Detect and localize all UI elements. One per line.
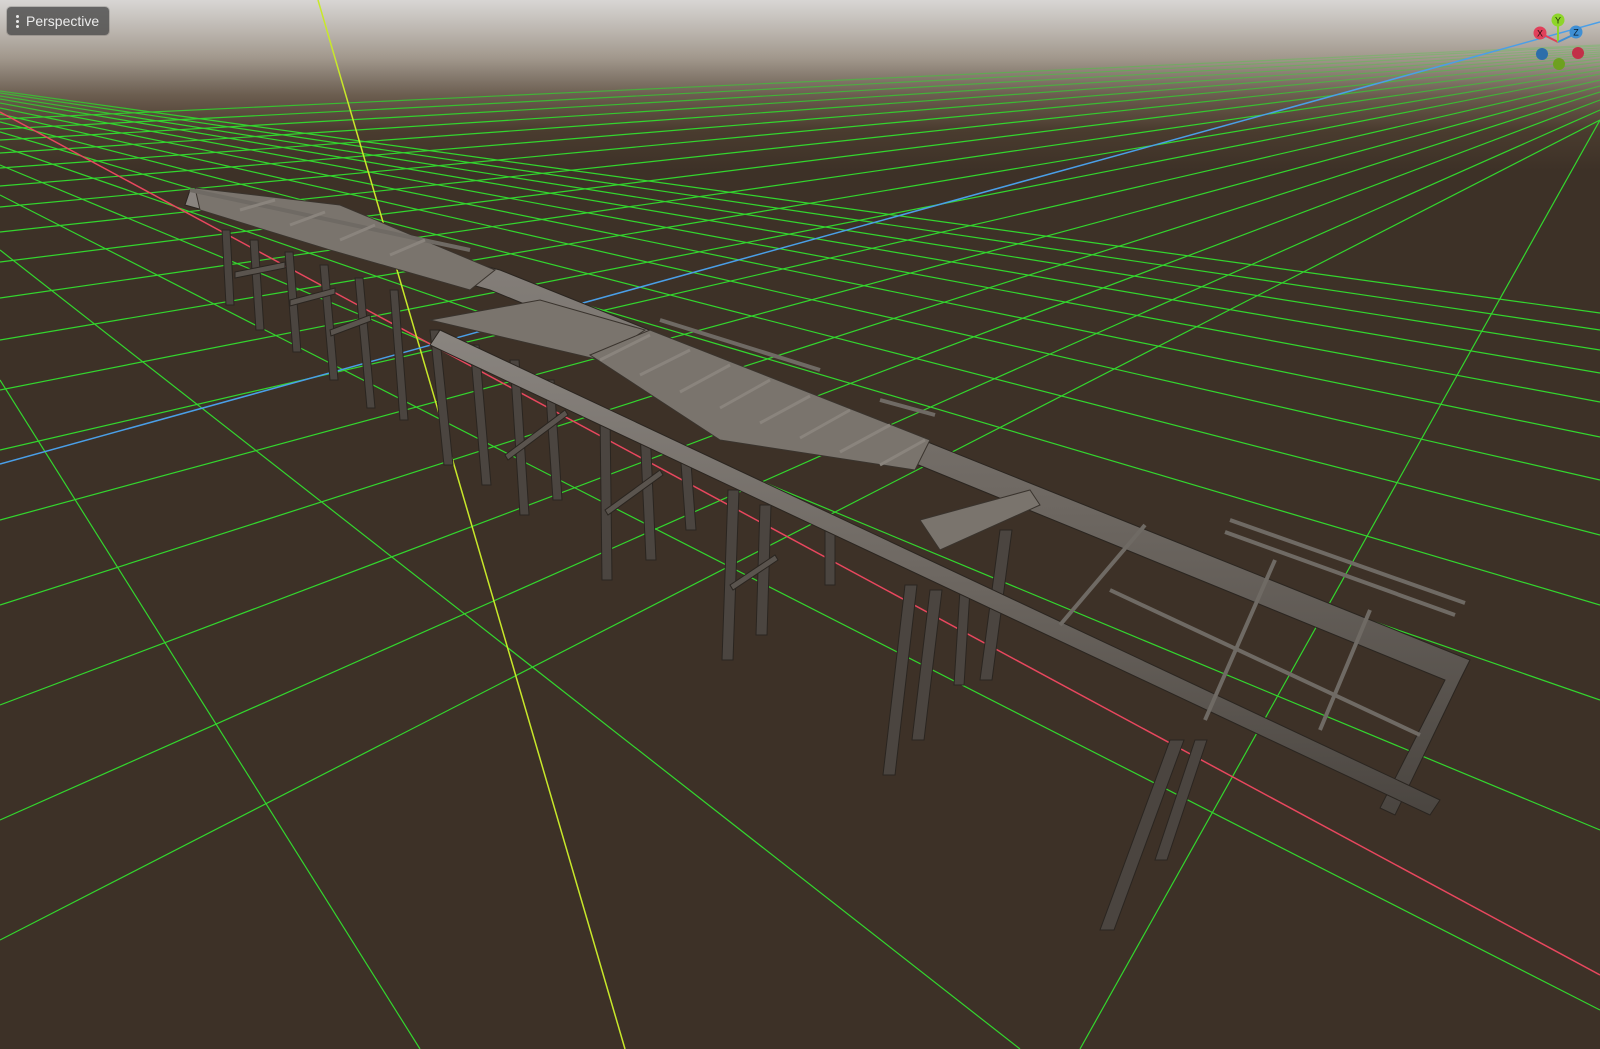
view-menu-label: Perspective [26, 13, 100, 29]
horizon-fog [0, 0, 1600, 120]
kebab-menu-icon [16, 14, 19, 28]
orientation-gizmo[interactable]: X Y Z [1530, 12, 1592, 74]
scene-canvas[interactable] [0, 0, 1600, 1049]
perspective-view-menu[interactable]: Perspective [7, 7, 110, 35]
y-axis-line [317, 0, 626, 1049]
gizmo-x-label: X [1537, 29, 1543, 39]
gizmo-z-label: Z [1573, 28, 1579, 38]
gizmo-neg-x-icon[interactable] [1572, 47, 1584, 59]
gizmo-neg-z-icon[interactable] [1536, 48, 1548, 60]
x-axis-line [0, 111, 1600, 976]
deck-planks [194, 187, 1041, 551]
gizmo-y-label: Y [1555, 16, 1561, 26]
railings [189, 188, 1466, 737]
gizmo-neg-y-icon[interactable] [1553, 58, 1565, 70]
main-beams [184, 189, 1471, 816]
3d-viewport[interactable]: Perspective X Y Z [0, 0, 1600, 1049]
